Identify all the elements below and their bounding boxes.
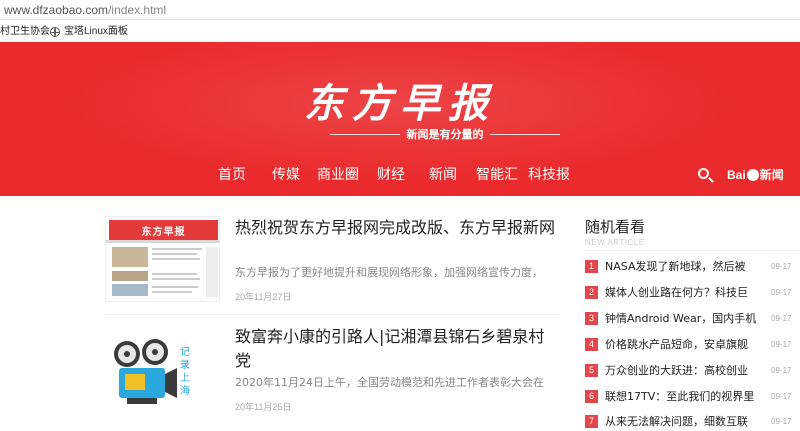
rank-badge: 5: [585, 364, 598, 377]
sidebar-item[interactable]: 4 价格跳水产品短命，安卓旗舰 09-17: [585, 336, 800, 354]
sidebar-item-title[interactable]: 价格跳水产品短命，安卓旗舰: [605, 336, 770, 354]
nav-news[interactable]: 新闻: [429, 166, 457, 184]
article-item[interactable]: 东方早报 热烈祝贺东方早报网完成改版、东方早报新网 东方早报为了更好地提升和展现…: [105, 216, 560, 336]
article-summary: 东方早报为了更好地提升和展现网络形象，加强网络宣传力度，: [235, 266, 543, 279]
thumbnail-logo-text: 东方早报: [141, 227, 186, 238]
sidebar-item-title[interactable]: 媒体人创业路在何方？科技巨: [605, 284, 770, 302]
sidebar-item[interactable]: 6 联想17TV：至此我们的视界里 09-17: [585, 388, 800, 406]
bookmark-village-health[interactable]: 村卫生协会: [0, 21, 50, 42]
baidu-text: Bai: [727, 168, 746, 182]
article-title[interactable]: 致富奔小康的引路人|记湘潭县锦石乡碧泉村党: [235, 325, 560, 373]
sidebar-title: 随机看看: [585, 218, 646, 236]
sidebar-item-date: 09-17: [771, 340, 792, 349]
rank-badge: 6: [585, 390, 598, 403]
site-header: 东方早报 新闻是有分量的 首页 传媒 商业圈 财经 新闻 智能汇 科技报 Bai…: [0, 42, 800, 196]
bookmark-label: 宝塔Linux面板: [64, 26, 128, 37]
bookmarks-bar: 村卫生协会 宝塔Linux面板: [0, 21, 800, 42]
nav-tech[interactable]: 科技报: [528, 166, 570, 184]
paw-icon: [746, 169, 759, 181]
sidebar-item-date: 09-17: [771, 288, 792, 297]
article-thumbnail[interactable]: 东方早报: [105, 216, 220, 302]
nav-smart[interactable]: 智能汇: [476, 166, 518, 184]
url-path: /index.html: [108, 3, 167, 17]
thumbnail-caption: 记录上海: [180, 347, 190, 397]
article-summary: 2020年11月24日上午，全国劳动模范和先进工作者表彰大会在: [235, 376, 544, 389]
bookmark-baota-panel[interactable]: 宝塔Linux面板: [50, 21, 128, 42]
sidebar-item-title[interactable]: NASA发现了新地球，然后被: [605, 258, 770, 276]
globe-icon: [50, 26, 60, 37]
sidebar-item[interactable]: 2 媒体人创业路在何方？科技巨 09-17: [585, 284, 800, 302]
sidebar-item[interactable]: 3 钟情Android Wear，国内手机 09-17: [585, 310, 800, 328]
sidebar-item-date: 09-17: [771, 366, 792, 375]
article-date: 20年11月27日: [235, 292, 292, 302]
nav-media[interactable]: 传媒: [272, 166, 300, 184]
sidebar-item-title[interactable]: 从来无法解决问题，细数互联: [605, 413, 770, 431]
sidebar-item[interactable]: 7 从来无法解决问题，细数互联 09-17: [585, 413, 800, 431]
divider: [585, 250, 800, 251]
nav-business[interactable]: 商业圈: [317, 166, 359, 184]
slogan: 新闻是有分量的: [330, 127, 560, 143]
url-host: www.dfzaobao.com: [4, 3, 109, 17]
rank-badge: 2: [585, 286, 598, 299]
rank-badge: 4: [585, 338, 598, 351]
sidebar-item-title[interactable]: 钟情Android Wear，国内手机: [605, 310, 770, 328]
rank-badge: 7: [585, 415, 598, 428]
sidebar-item-date: 09-17: [771, 392, 792, 401]
sidebar-item-title[interactable]: 联想17TV：至此我们的视界里: [605, 388, 770, 406]
slogan-text: 新闻是有分量的: [406, 128, 484, 141]
baidu-news-text: 新闻: [759, 168, 784, 182]
slogan-line-right: [490, 134, 560, 135]
sidebar-subtitle: NEW ARTICLE: [585, 238, 645, 247]
site-logo[interactable]: 东方早报: [0, 71, 800, 129]
nav-home[interactable]: 首页: [218, 166, 246, 184]
sidebar-item[interactable]: 1 NASA发现了新地球，然后被 09-17: [585, 258, 800, 276]
divider: [105, 314, 560, 315]
article-item[interactable]: 记录上海 致富奔小康的引路人|记湘潭县锦石乡碧泉村党 2020年11月24日上午…: [105, 325, 560, 431]
bookmark-label: 村卫生协会: [0, 26, 50, 37]
article-title[interactable]: 热烈祝贺东方早报网完成改版、东方早报新网: [235, 216, 560, 240]
rank-badge: 3: [585, 312, 598, 325]
nav-finance[interactable]: 财经: [377, 166, 405, 184]
article-thumbnail[interactable]: 记录上海: [105, 332, 220, 418]
address-bar[interactable]: www.dfzaobao.com/index.html: [0, 0, 800, 20]
sidebar-item-date: 09-17: [771, 314, 792, 323]
baidu-news-logo[interactable]: Bai 新闻: [727, 166, 787, 184]
sidebar-item-date: 09-17: [771, 262, 792, 271]
sidebar-item[interactable]: 5 万众创业的大跃进：高校创业 09-17: [585, 362, 800, 380]
sidebar-item-date: 09-17: [771, 417, 792, 426]
film-camera-icon: [105, 332, 220, 418]
search-icon[interactable]: [698, 168, 709, 179]
article-date: 20年11月26日: [235, 402, 292, 412]
sidebar-item-title[interactable]: 万众创业的大跃进：高校创业: [605, 362, 770, 380]
rank-badge: 1: [585, 260, 598, 273]
